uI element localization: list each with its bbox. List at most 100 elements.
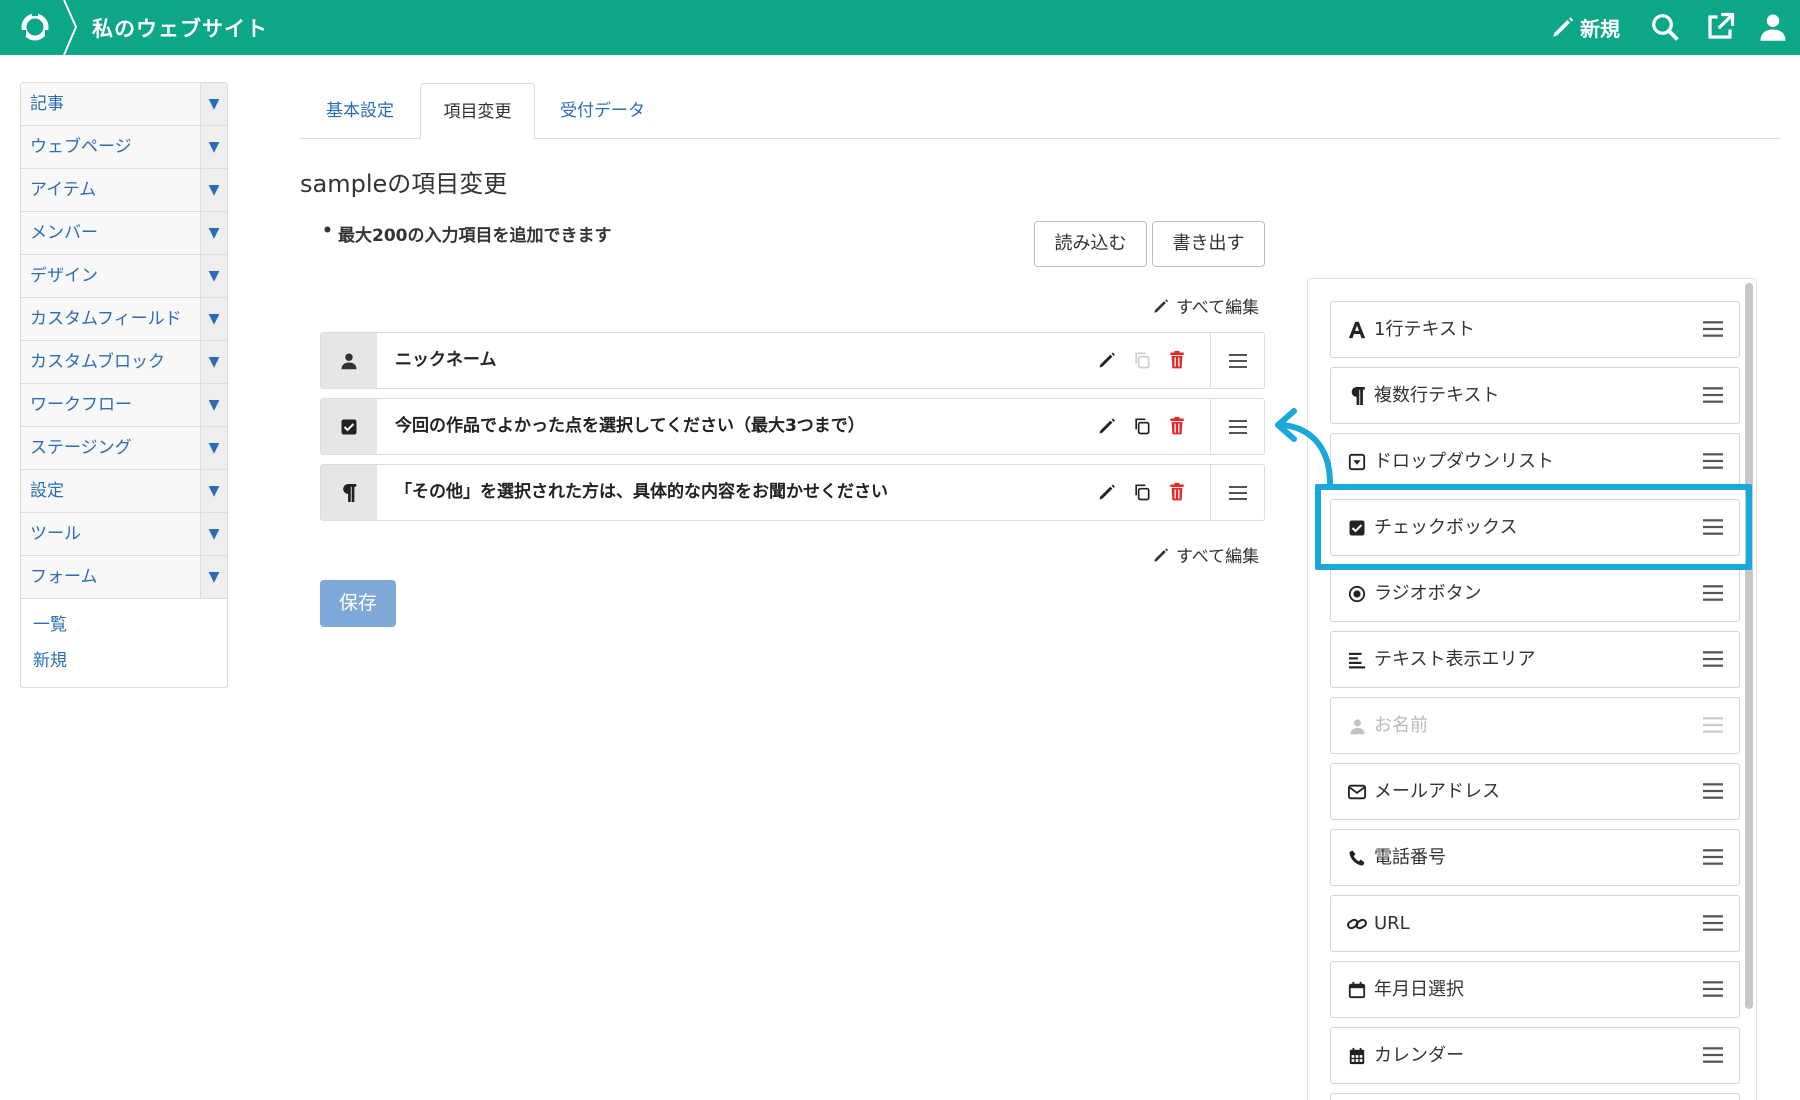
drag-handle-icon[interactable] xyxy=(1210,333,1264,388)
user-icon xyxy=(341,353,357,369)
sidebar-item-articles[interactable]: 記事 ▼ xyxy=(21,83,227,126)
sidebar-item-custom-blocks[interactable]: カスタムブロック ▼ xyxy=(21,341,227,384)
sidebar-item-label: フォーム xyxy=(21,556,200,598)
caret-down-icon[interactable]: ▼ xyxy=(200,255,227,297)
caret-down-icon[interactable]: ▼ xyxy=(200,470,227,512)
caret-down-icon[interactable]: ▼ xyxy=(200,384,227,426)
palette-item-partial xyxy=(1330,1093,1740,1100)
caret-down-icon[interactable]: ▼ xyxy=(200,126,227,168)
edit-all-label: すべて編集 xyxy=(1176,547,1260,567)
palette-item-label: ドロップダウンリスト xyxy=(1374,451,1554,472)
drag-handle-icon[interactable] xyxy=(1703,319,1723,339)
sidebar-subitem-new[interactable]: 新規 xyxy=(33,643,227,679)
edit-pencil-icon[interactable] xyxy=(1094,347,1120,373)
palette-scrollbar[interactable] xyxy=(1745,283,1753,1009)
app-header: 私のウェブサイト 新規 xyxy=(0,0,1800,55)
caret-down-icon[interactable]: ▼ xyxy=(200,513,227,555)
caret-down-icon[interactable]: ▼ xyxy=(200,169,227,211)
palette-item-date-select[interactable]: 年月日選択 xyxy=(1330,961,1740,1018)
sidebar-item-label: ワークフロー xyxy=(21,384,200,426)
sidebar-item-members[interactable]: メンバー ▼ xyxy=(21,212,227,255)
palette-item-url[interactable]: URL xyxy=(1330,895,1740,952)
palette-item-calendar[interactable]: カレンダー xyxy=(1330,1027,1740,1084)
form-field-row[interactable]: ニックネーム xyxy=(320,332,1265,389)
phone-icon xyxy=(1347,848,1367,868)
tab-basic-settings[interactable]: 基本設定 xyxy=(310,83,410,139)
new-entry-button[interactable]: 新規 xyxy=(1550,10,1620,44)
tab-bar: 基本設定 項目変更 受付データ xyxy=(300,83,1780,140)
palette-item-label: ラジオボタン xyxy=(1374,583,1482,604)
drag-handle-icon[interactable] xyxy=(1210,465,1264,520)
copy-icon[interactable] xyxy=(1129,413,1155,439)
drag-handle-icon[interactable] xyxy=(1703,847,1723,867)
new-entry-label: 新規 xyxy=(1580,16,1620,41)
tab-field-changes[interactable]: 項目変更 xyxy=(420,83,535,140)
search-icon[interactable] xyxy=(1648,10,1682,44)
caret-down-icon[interactable]: ▼ xyxy=(200,212,227,254)
sidebar-item-custom-fields[interactable]: カスタムフィールド ▼ xyxy=(21,298,227,341)
logo-icon[interactable] xyxy=(18,10,52,44)
envelope-icon xyxy=(1347,782,1367,802)
drag-handle-icon[interactable] xyxy=(1703,385,1723,405)
edit-all-link-bottom[interactable]: すべて編集 xyxy=(1152,542,1259,567)
palette-item-label: 電話番号 xyxy=(1374,847,1446,868)
caret-down-icon[interactable]: ▼ xyxy=(200,427,227,469)
trash-icon[interactable] xyxy=(1164,479,1190,505)
paragraph-icon xyxy=(1347,386,1367,406)
edit-pencil-icon[interactable] xyxy=(1094,479,1120,505)
checkbox-icon xyxy=(341,419,357,434)
field-limit-notice: 最大200の入力項目を追加できます xyxy=(322,221,611,246)
palette-item-label: 年月日選択 xyxy=(1374,979,1464,1000)
sidebar-item-label: ウェブページ xyxy=(21,126,200,168)
drag-handle-icon[interactable] xyxy=(1703,517,1723,537)
palette-item-multi-line-text[interactable]: 複数行テキスト xyxy=(1330,367,1740,424)
drag-handle-icon[interactable] xyxy=(1703,979,1723,999)
palette-item-radio-button[interactable]: ラジオボタン xyxy=(1330,565,1740,622)
drag-direction-arrow-icon xyxy=(1275,408,1333,485)
drag-handle-icon[interactable] xyxy=(1703,1045,1723,1065)
tab-received-data[interactable]: 受付データ xyxy=(545,83,660,139)
drag-handle-icon[interactable] xyxy=(1703,583,1723,603)
save-button[interactable]: 保存 xyxy=(320,580,396,627)
export-button[interactable]: 書き出す xyxy=(1152,221,1265,267)
field-name: 「その他」を選択された方は、具体的な内容をお聞かせください xyxy=(395,482,888,502)
import-button[interactable]: 読み込む xyxy=(1034,221,1147,267)
palette-item-text-display-area[interactable]: テキスト表示エリア xyxy=(1330,631,1740,688)
drag-handle-icon[interactable] xyxy=(1703,451,1723,471)
caret-down-icon[interactable]: ▼ xyxy=(200,556,227,598)
trash-icon[interactable] xyxy=(1164,347,1190,373)
external-link-icon[interactable] xyxy=(1703,10,1737,44)
edit-all-link-top[interactable]: すべて編集 xyxy=(1152,293,1259,318)
trash-icon[interactable] xyxy=(1164,413,1190,439)
palette-item-dropdown-list[interactable]: ドロップダウンリスト xyxy=(1330,433,1740,490)
drag-handle-icon[interactable] xyxy=(1703,649,1723,669)
sidebar-subitem-list[interactable]: 一覧 xyxy=(33,607,227,643)
drag-handle-icon[interactable] xyxy=(1210,399,1264,454)
sidebar-item-settings[interactable]: 設定 ▼ xyxy=(21,470,227,513)
field-name: ニックネーム xyxy=(395,350,497,370)
caret-down-icon[interactable]: ▼ xyxy=(200,83,227,125)
sidebar-submenu-forms: 一覧 新規 xyxy=(21,599,227,687)
sidebar-item-workflow[interactable]: ワークフロー ▼ xyxy=(21,384,227,427)
sidebar-item-staging[interactable]: ステージング ▼ xyxy=(21,427,227,470)
user-icon[interactable] xyxy=(1756,10,1790,44)
sidebar-item-forms[interactable]: フォーム ▼ xyxy=(21,556,227,599)
edit-pencil-icon[interactable] xyxy=(1094,413,1120,439)
sidebar-item-label: 設定 xyxy=(21,470,200,512)
drag-handle-icon[interactable] xyxy=(1703,781,1723,801)
sidebar-item-tools[interactable]: ツール ▼ xyxy=(21,513,227,556)
palette-item-single-line-text[interactable]: 1行テキスト xyxy=(1330,301,1740,358)
caret-down-icon[interactable]: ▼ xyxy=(200,341,227,383)
copy-icon[interactable] xyxy=(1129,479,1155,505)
sidebar-item-design[interactable]: デザイン ▼ xyxy=(21,255,227,298)
form-field-row[interactable]: 「その他」を選択された方は、具体的な内容をお聞かせください xyxy=(320,464,1265,521)
drag-handle-icon[interactable] xyxy=(1703,913,1723,933)
palette-item-email-address[interactable]: メールアドレス xyxy=(1330,763,1740,820)
sidebar-item-items[interactable]: アイテム ▼ xyxy=(21,169,227,212)
palette-item-checkbox[interactable]: チェックボックス xyxy=(1330,499,1740,556)
caret-down-icon[interactable]: ▼ xyxy=(200,298,227,340)
site-title[interactable]: 私のウェブサイト xyxy=(92,13,268,43)
sidebar-item-webpages[interactable]: ウェブページ ▼ xyxy=(21,126,227,169)
palette-item-phone-number[interactable]: 電話番号 xyxy=(1330,829,1740,886)
form-field-row[interactable]: 今回の作品でよかった点を選択してください（最大3つまで） xyxy=(320,398,1265,455)
